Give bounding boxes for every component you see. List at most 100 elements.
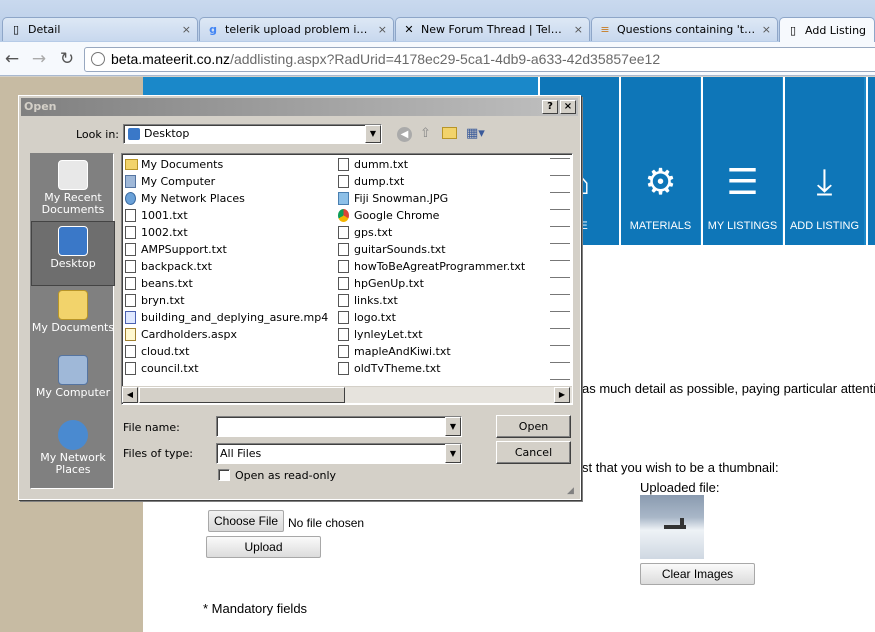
file-item[interactable]: 1001.txt (124, 207, 188, 224)
nav-label: MATERIALS (629, 220, 692, 232)
horizontal-scrollbar[interactable]: ◀ ▶ (122, 386, 572, 403)
file-name: howToBeAgreatProgrammer.txt (354, 260, 526, 273)
close-button[interactable]: × (560, 100, 576, 114)
back-arrow-icon[interactable]: ← (1, 48, 23, 70)
files-of-type-select[interactable]: All Files ▼ (216, 443, 462, 464)
up-folder-icon[interactable]: ⇧ (420, 126, 431, 141)
dialog-title: Open (24, 100, 57, 113)
chevron-down-icon[interactable]: ▼ (445, 444, 461, 463)
file-item[interactable]: links.txt (337, 292, 398, 309)
thumbnail-tail (680, 518, 684, 528)
place-desktop[interactable]: Desktop (31, 221, 115, 286)
tab-add-listing[interactable]: ▯ Add Listing (779, 17, 875, 42)
address-bar[interactable]: beta.mateerit.co.nz/addlisting.aspx?RadU… (84, 47, 875, 72)
clear-images-button[interactable]: Clear Images (640, 563, 755, 585)
file-name: gps.txt (354, 226, 393, 239)
file-type-icon (125, 209, 136, 222)
tab-questions-containing[interactable]: ≡ Questions containing 'teleri... × (591, 17, 778, 41)
file-item[interactable]: guitarSounds.txt (337, 241, 446, 258)
nav-tile-partial (866, 77, 875, 245)
tab-new-forum-thread[interactable]: ✕ New Forum Thread | Telerik × (395, 17, 590, 41)
place-my-network-places[interactable]: My Network Places (31, 416, 115, 481)
file-name-input[interactable]: ▼ (216, 416, 462, 437)
file-item[interactable]: dumm.txt (337, 156, 408, 173)
open-button[interactable]: Open (496, 415, 571, 438)
file-item[interactable]: oldTvTheme.txt (337, 360, 441, 377)
file-item[interactable]: council.txt (124, 360, 199, 377)
thumbnail-instructions: st that you wish to be a thumbnail: (582, 460, 779, 475)
resize-grip-icon[interactable]: ◢ (567, 486, 574, 496)
file-type-icon (125, 328, 136, 341)
file-type-icon (338, 345, 349, 358)
scroll-left-arrow-icon[interactable]: ◀ (122, 387, 138, 403)
read-only-checkbox[interactable] (218, 469, 230, 481)
tab-telerik-upload-problem[interactable]: g telerik upload problem isa fi... × (199, 17, 394, 41)
file-item[interactable]: building_and_deplying_asure.mp4 (124, 309, 328, 326)
file-item[interactable]: hpGenUp.txt (337, 275, 424, 292)
file-item[interactable]: dump.txt (337, 173, 404, 190)
file-type-icon (338, 226, 349, 239)
place-my-documents[interactable]: My Documents (31, 286, 115, 351)
file-item[interactable]: lynleyLet.txt (337, 326, 423, 343)
place-label: My Recent Documents (41, 191, 105, 216)
file-item[interactable]: AMPSupport.txt (124, 241, 227, 258)
file-item[interactable]: My Network Places (124, 190, 245, 207)
look-in-dropdown[interactable]: Desktop ▼ (123, 124, 382, 144)
url-path: /addlisting.aspx?RadUrid=4178ec29-5ca1-4… (230, 51, 661, 67)
tab-close-icon[interactable]: × (574, 23, 583, 36)
upload-button[interactable]: Upload (206, 536, 321, 558)
uploaded-thumbnail-image (640, 495, 704, 559)
file-item[interactable]: bryn.txt (124, 292, 185, 309)
file-item[interactable]: 1002.txt (124, 224, 188, 241)
choose-file-button[interactable]: Choose File (208, 510, 284, 532)
view-menu-icon[interactable]: ▦▾ (466, 126, 485, 141)
place-my-computer[interactable]: My Computer (31, 351, 115, 416)
file-name: mapleAndKiwi.txt (354, 345, 451, 358)
file-name: My Network Places (141, 192, 245, 205)
forward-arrow-icon[interactable]: → (28, 48, 50, 70)
chevron-down-icon[interactable]: ▼ (365, 125, 381, 143)
files-of-type-label: Files of type: (123, 447, 194, 460)
reload-icon[interactable]: ↻ (56, 48, 78, 70)
file-item[interactable]: Google Chrome (337, 207, 439, 224)
file-name: Google Chrome (354, 209, 440, 222)
nav-materials[interactable]: ⚙ MATERIALS (619, 77, 700, 245)
mandatory-fields-note: * Mandatory fields (203, 601, 308, 616)
tab-close-icon[interactable]: × (182, 23, 191, 36)
file-name: dump.txt (354, 175, 405, 188)
back-icon[interactable]: ◀ (397, 127, 412, 142)
file-item[interactable]: beans.txt (124, 275, 193, 292)
chevron-down-icon[interactable]: ▼ (445, 417, 461, 436)
tab-detail[interactable]: ▯ Detail × (2, 17, 198, 41)
file-name: backpack.txt (141, 260, 212, 273)
file-list[interactable]: My Documents My Computer My Network Places… (121, 153, 573, 405)
help-button[interactable]: ? (542, 100, 558, 114)
file-item[interactable]: Cardholders.aspx (124, 326, 237, 343)
file-name: building_and_deplying_asure.mp4 (141, 311, 329, 324)
file-item[interactable]: cloud.txt (124, 343, 189, 360)
nav-my-listings[interactable]: ☰ MY LISTINGS (701, 77, 782, 245)
file-item[interactable]: howToBeAgreatProgrammer.txt (337, 258, 525, 275)
page-icon: ▯ (789, 23, 797, 37)
file-name: links.txt (354, 294, 398, 307)
tab-close-icon[interactable]: × (762, 23, 771, 36)
file-item[interactable]: backpack.txt (124, 258, 212, 275)
place-label: My Documents (31, 321, 115, 334)
place-label: My Computer (35, 386, 111, 399)
file-item[interactable]: My Computer (124, 173, 215, 190)
file-item[interactable]: My Documents (124, 156, 223, 173)
url-host: beta.mateerit.co.nz (111, 51, 231, 67)
file-type-icon (125, 159, 138, 170)
nav-add-listing[interactable]: ⤓ ADD LISTING (783, 77, 864, 245)
tab-close-icon[interactable]: × (378, 23, 387, 36)
cancel-button[interactable]: Cancel (496, 441, 571, 464)
place-my-recent-documents[interactable]: My Recent Documents (31, 156, 115, 221)
new-folder-icon[interactable] (442, 127, 457, 139)
file-item[interactable]: gps.txt (337, 224, 392, 241)
scroll-right-arrow-icon[interactable]: ▶ (554, 387, 570, 403)
file-item[interactable]: Fiji Snowman.JPG (337, 190, 448, 207)
file-item[interactable]: logo.txt (337, 309, 396, 326)
file-item[interactable]: mapleAndKiwi.txt (337, 343, 451, 360)
scrollbar-thumb[interactable] (139, 387, 345, 403)
file-name: hpGenUp.txt (354, 277, 424, 290)
